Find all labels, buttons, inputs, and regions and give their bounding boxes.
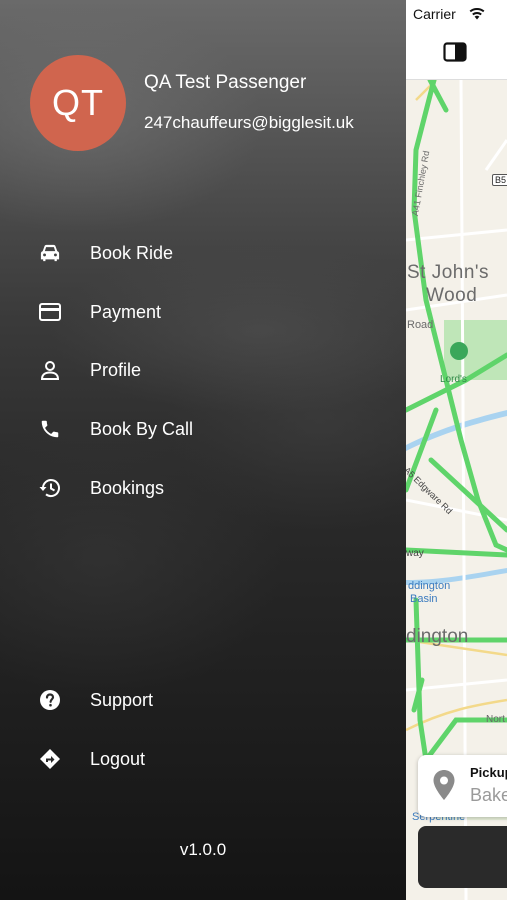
person-icon bbox=[38, 358, 62, 382]
wifi-icon bbox=[468, 6, 486, 25]
menu-item-label: Payment bbox=[90, 301, 162, 322]
status-bar: Carrier bbox=[406, 0, 507, 30]
map-label-paddington-basin-1: ddington bbox=[408, 580, 451, 592]
credit-card-icon bbox=[38, 300, 62, 324]
menu-item-book-by-call[interactable]: Book By Call bbox=[0, 404, 406, 454]
menu-item-payment[interactable]: Payment bbox=[0, 287, 406, 337]
carrier-label: Carrier bbox=[413, 6, 456, 22]
menu-item-label: Profile bbox=[90, 359, 142, 380]
map-label-lords: Lord's bbox=[440, 374, 467, 385]
menu-item-profile[interactable]: Profile bbox=[0, 345, 406, 395]
menu-item-label: Book Ride bbox=[90, 242, 174, 263]
help-circle-icon bbox=[38, 688, 62, 712]
pickup-card[interactable]: Pickup Bake bbox=[418, 755, 507, 817]
nav-bar bbox=[406, 30, 507, 80]
pickup-address-input[interactable]: Bake bbox=[470, 785, 507, 806]
map-label-st-johns: St John's bbox=[407, 262, 490, 283]
map-label-wood: Wood bbox=[426, 285, 478, 306]
action-button[interactable] bbox=[418, 826, 507, 888]
map-label-way: way bbox=[406, 548, 424, 559]
map-label-paddington: dington bbox=[406, 626, 469, 647]
menu-item-label: Support bbox=[90, 689, 154, 710]
map-label-road: Road bbox=[407, 319, 434, 331]
car-icon bbox=[38, 241, 62, 265]
menu-item-support[interactable]: Support bbox=[0, 675, 406, 725]
history-icon bbox=[38, 476, 62, 500]
menu-item-label: Bookings bbox=[90, 477, 165, 498]
map-screen: A41 Finchley Rd B5 St John's Wood Road L… bbox=[406, 0, 507, 900]
location-pin-icon bbox=[432, 769, 456, 801]
menu-item-label: Book By Call bbox=[90, 418, 194, 439]
navigation-drawer: QT QA Test Passenger 247chauffeurs@biggl… bbox=[0, 0, 406, 900]
avatar-initials: QT bbox=[52, 82, 104, 123]
map-label-paddington-basin-2: Basin bbox=[410, 593, 438, 605]
menu-item-bookings[interactable]: Bookings bbox=[0, 463, 406, 513]
menu-item-label: Logout bbox=[90, 748, 146, 769]
phone-icon bbox=[38, 417, 62, 441]
avatar[interactable]: QT bbox=[30, 55, 126, 151]
stadium-icon bbox=[450, 342, 468, 360]
sidebar-toggle-icon[interactable] bbox=[443, 42, 467, 62]
user-email: 247chauffeurs@bigglesit.uk bbox=[144, 113, 354, 132]
pickup-title: Pickup bbox=[470, 765, 507, 780]
menu-item-logout[interactable]: Logout bbox=[0, 734, 406, 784]
user-name: QA Test Passenger bbox=[144, 72, 307, 93]
app-version: v1.0.0 bbox=[179, 840, 227, 859]
map-label-b5: B5 bbox=[492, 174, 507, 186]
map-label-north: Nort bbox=[486, 714, 505, 725]
menu-item-book-ride[interactable]: Book Ride bbox=[0, 228, 406, 278]
logout-icon bbox=[38, 747, 62, 771]
